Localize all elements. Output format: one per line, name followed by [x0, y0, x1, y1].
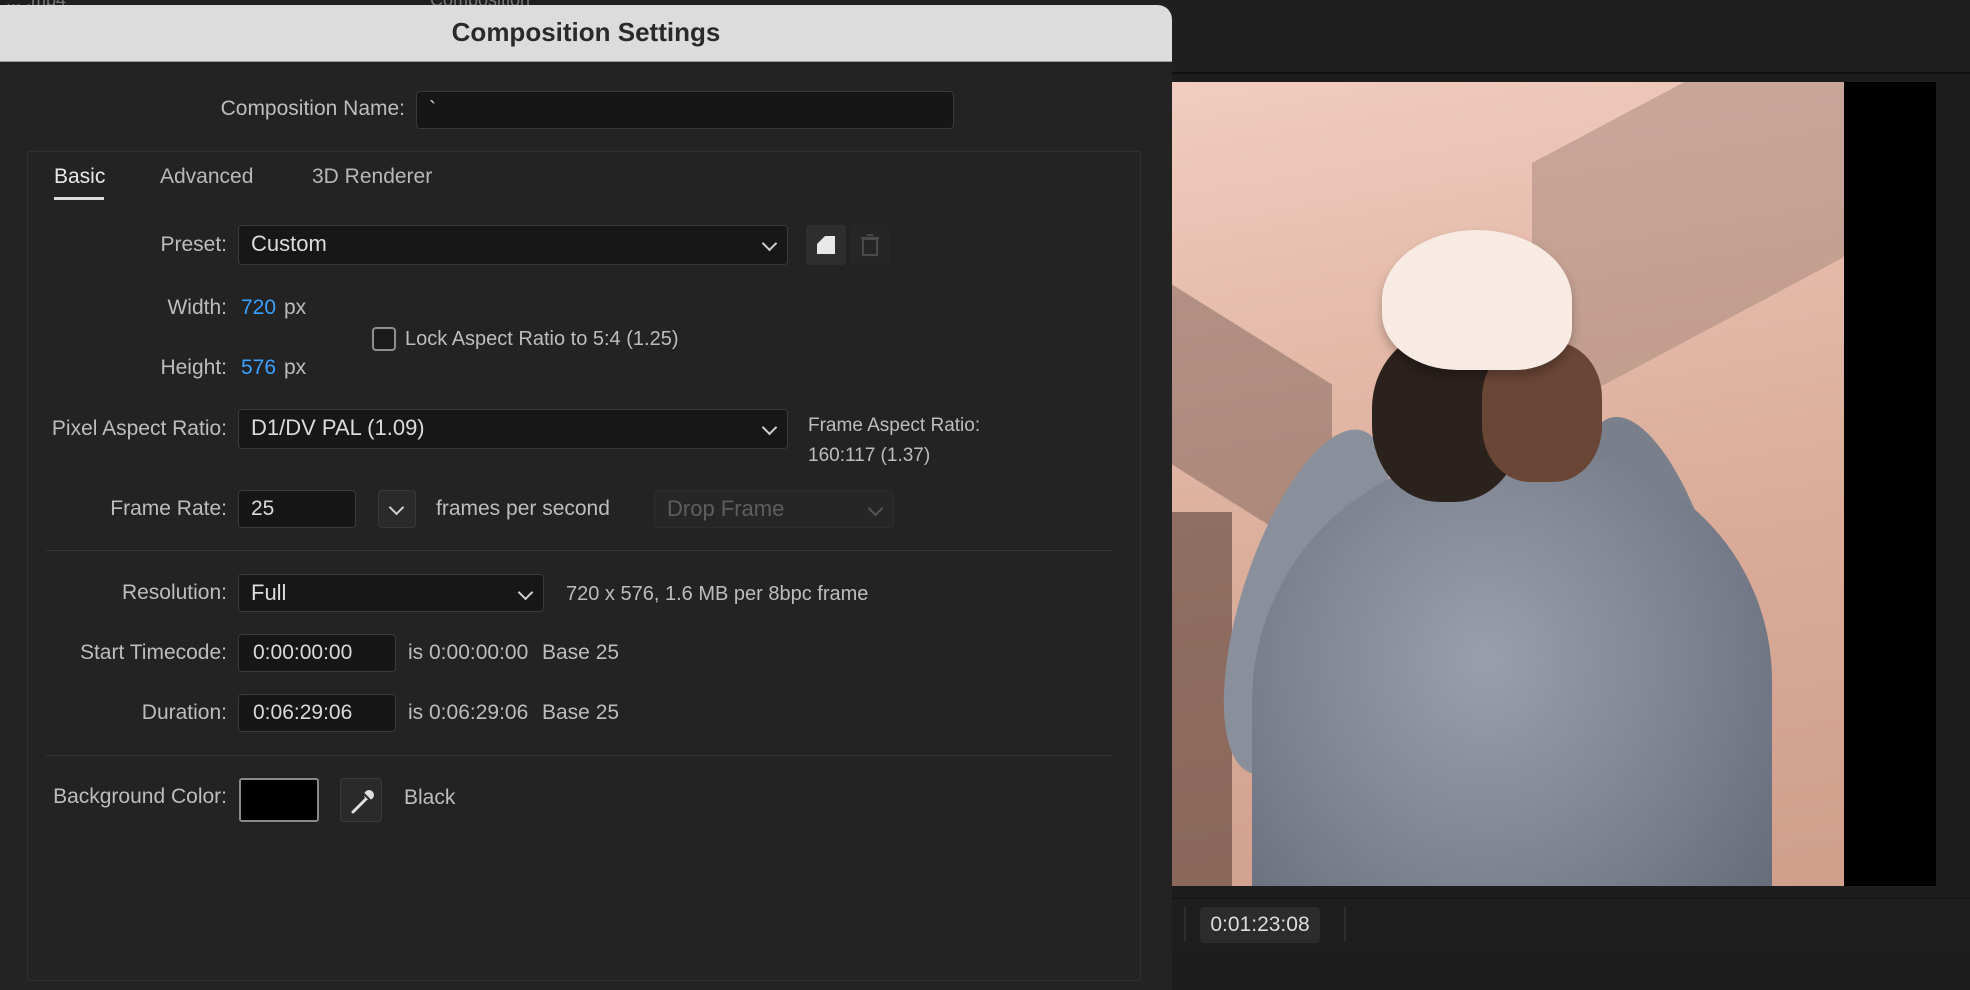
- drop-frame-select: Drop Frame: [654, 490, 894, 528]
- frame-rate-input[interactable]: 25: [238, 490, 356, 528]
- separator: [1184, 907, 1186, 941]
- viewer-controls-bar: 0:01:23:08: [1172, 898, 1970, 953]
- tab-basic[interactable]: Basic: [54, 165, 105, 189]
- frame-rate-unit: frames per second: [436, 497, 610, 520]
- save-preset-icon: [817, 236, 835, 254]
- background-color-label: Background Color:: [53, 785, 227, 808]
- chevron-down-icon: [761, 419, 778, 436]
- width-unit: px: [284, 296, 307, 319]
- active-tab-indicator: [54, 197, 104, 200]
- eyedropper-icon: [351, 790, 374, 814]
- frame-rate-dropdown-button[interactable]: [378, 490, 416, 528]
- start-timecode-base: Base 25: [542, 641, 620, 664]
- duration-input[interactable]: 0:06:29:06: [238, 694, 396, 732]
- pixel-aspect-label: Pixel Aspect Ratio:: [51, 417, 227, 440]
- separator: [1344, 907, 1346, 941]
- delete-preset-button[interactable]: [850, 225, 890, 265]
- frame-rate-label: Frame Rate:: [110, 497, 227, 520]
- comp-name-label: Composition Name:: [220, 97, 405, 120]
- viewer-timecode[interactable]: 0:01:23:08: [1200, 907, 1320, 943]
- settings-panel: [27, 151, 1141, 981]
- resolution-value: Full: [251, 580, 287, 605]
- width-label: Width:: [167, 296, 227, 319]
- lock-aspect-checkbox[interactable]: [372, 327, 396, 351]
- width-value[interactable]: 720: [241, 296, 276, 320]
- duration-label: Duration:: [141, 701, 227, 724]
- eyedropper-button[interactable]: [340, 778, 382, 822]
- resolution-info: 720 x 576, 1.6 MB per 8bpc frame: [566, 583, 869, 605]
- tab-3d-renderer[interactable]: 3D Renderer: [312, 165, 432, 189]
- chevron-down-icon: [761, 235, 778, 252]
- tab-advanced[interactable]: Advanced: [160, 165, 253, 189]
- resolution-select[interactable]: Full: [238, 574, 544, 612]
- video-frame: [1172, 82, 1844, 886]
- background-color-name: Black: [404, 786, 456, 809]
- height-unit: px: [284, 356, 307, 379]
- start-timecode-input[interactable]: 0:00:00:00: [238, 634, 396, 672]
- section-divider: [46, 550, 1112, 551]
- composition-settings-dialog: Composition Settings Composition Name: `…: [0, 5, 1172, 990]
- preset-value: Custom: [251, 231, 327, 256]
- drop-frame-value: Drop Frame: [667, 496, 785, 521]
- chevron-down-icon: [867, 500, 884, 517]
- pixel-aspect-select[interactable]: D1/DV PAL (1.09): [238, 409, 788, 449]
- save-preset-button[interactable]: [806, 225, 846, 265]
- dialog-titlebar: Composition Settings: [0, 5, 1172, 62]
- preset-label: Preset:: [160, 233, 227, 256]
- composition-viewer[interactable]: [1172, 82, 1936, 886]
- start-timecode-label: Start Timecode:: [79, 641, 227, 664]
- resolution-label: Resolution:: [121, 581, 227, 604]
- section-divider: [46, 755, 1112, 756]
- trash-icon: [861, 234, 879, 256]
- duration-info: is 0:06:29:06: [408, 701, 529, 724]
- pixel-aspect-value: D1/DV PAL (1.09): [251, 415, 425, 440]
- dialog-title: Composition Settings: [451, 17, 721, 47]
- comp-name-input[interactable]: `: [416, 91, 954, 129]
- start-timecode-info: is 0:00:00:00: [408, 641, 529, 664]
- duration-base: Base 25: [542, 701, 620, 724]
- preset-select[interactable]: Custom: [238, 225, 788, 265]
- height-value[interactable]: 576: [241, 356, 276, 380]
- white-cap: [1382, 230, 1572, 370]
- chevron-down-icon: [388, 499, 405, 516]
- height-label: Height:: [160, 356, 227, 379]
- background-color-swatch[interactable]: [239, 778, 319, 822]
- frame-aspect-label: Frame Aspect Ratio:: [808, 415, 981, 436]
- lock-aspect-label[interactable]: Lock Aspect Ratio to 5:4 (1.25): [405, 328, 679, 351]
- chevron-down-icon: [517, 584, 534, 601]
- frame-aspect-value: 160:117 (1.37): [808, 445, 931, 466]
